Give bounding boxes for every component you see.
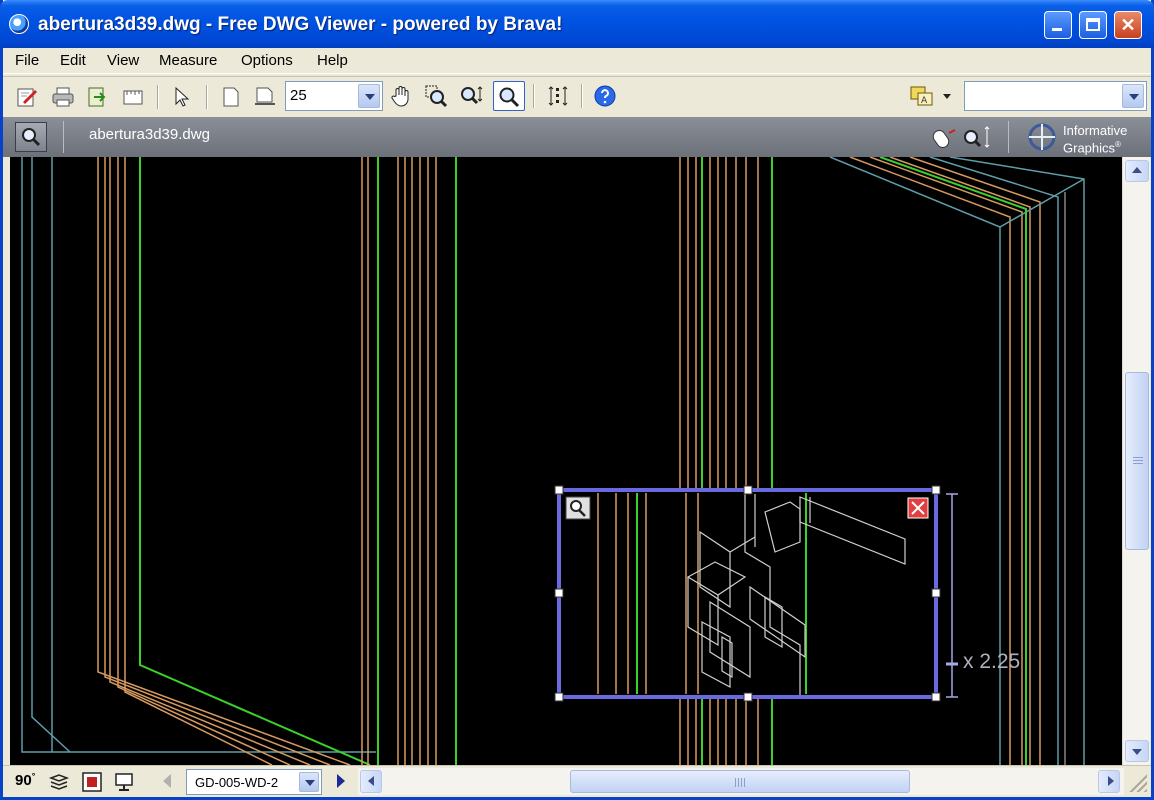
markup-icon[interactable] (15, 85, 39, 109)
menu-options[interactable]: Options (241, 52, 293, 69)
previous-page-icon[interactable] (163, 774, 171, 788)
horizontal-scrollbar[interactable] (358, 768, 1124, 795)
close-icon: ✕ (1120, 15, 1136, 35)
next-page-icon[interactable] (337, 774, 345, 788)
brand-line-1: Informative (1063, 123, 1128, 138)
close-button[interactable]: ✕ (1114, 11, 1142, 39)
drawing-canvas[interactable]: x 2.25 (10, 157, 1122, 765)
display-mode-icon[interactable] (81, 771, 103, 793)
magnifier-zoom-label: x 2.25 (963, 650, 1021, 673)
magnifier-zoom-slider[interactable] (946, 493, 958, 698)
left-frame-lines (97, 157, 351, 765)
informative-graphics-logo: Informative Graphics® (1025, 121, 1145, 155)
cad-drawing (21, 157, 1085, 765)
vertical-scrollbar[interactable] (1122, 157, 1150, 765)
layers-icon[interactable] (48, 771, 70, 793)
menu-bar: File Edit View Measure Options Help (3, 48, 1151, 74)
informative-graphics-logo-icon (1028, 123, 1056, 151)
brand-line-2: Graphics® (1063, 138, 1121, 155)
magnifier-zoom-icon[interactable] (565, 496, 591, 520)
minimize-icon (1052, 28, 1062, 31)
resize-grip-icon[interactable] (1129, 774, 1147, 792)
page-select[interactable]: GD-005-WD-2 (186, 769, 322, 795)
layout-icon[interactable] (121, 85, 145, 109)
chevron-down-icon[interactable] (299, 772, 319, 792)
scroll-down-button[interactable] (1125, 740, 1149, 762)
center-column-green (377, 157, 457, 765)
left-frame-outline (21, 157, 376, 753)
center-column-lines (361, 157, 437, 765)
document-header: abertura3d39.dwg Informative Graphics® (3, 117, 1151, 157)
horizontal-scroll-thumb[interactable] (570, 770, 910, 793)
mouse-zoom-icon[interactable] (931, 121, 995, 153)
pan-hand-icon[interactable] (389, 84, 413, 108)
language-icon[interactable]: A (909, 84, 953, 108)
brava-app-icon[interactable] (9, 14, 29, 34)
toolbar-separator (157, 85, 159, 109)
monitor-icon[interactable] (113, 771, 135, 793)
svg-text:A: A (921, 96, 928, 106)
window-title: abertura3d39.dwg - Free DWG Viewer - pow… (38, 14, 563, 35)
status-bar: 90° GD-005-WD-2 (3, 765, 1151, 797)
zoom-level-value: 25 (290, 87, 307, 104)
toolbar-separator (206, 85, 208, 109)
rotation-value: 90 (15, 772, 32, 789)
magnifier-window[interactable] (554, 485, 958, 702)
toolbar-separator (581, 84, 583, 108)
title-bar[interactable]: abertura3d39.dwg - Free DWG Viewer - pow… (0, 0, 1154, 48)
brand-line-2-text: Graphics (1063, 140, 1116, 156)
app-window: abertura3d39.dwg - Free DWG Viewer - pow… (0, 0, 1154, 800)
menu-measure[interactable]: Measure (159, 52, 217, 69)
menu-file[interactable]: File (15, 52, 39, 69)
rotation-degree-mark: ° (31, 771, 36, 781)
rotate-button[interactable]: 90° (15, 771, 35, 789)
minimize-button[interactable] (1044, 11, 1072, 39)
document-magnifier-button[interactable] (15, 122, 47, 152)
magnifier-close-icon[interactable] (907, 497, 929, 519)
left-frame-green (139, 157, 371, 765)
select-pointer-icon[interactable] (170, 85, 194, 109)
chevron-down-icon[interactable] (358, 84, 380, 108)
zoom-window-icon[interactable] (424, 84, 448, 108)
scroll-left-button[interactable] (360, 770, 382, 793)
fit-vertical-icon[interactable] (547, 84, 571, 108)
zoom-in-out-icon[interactable] (459, 84, 483, 108)
export-icon[interactable] (85, 85, 109, 109)
page-select-value: GD-005-WD-2 (195, 775, 279, 790)
scroll-right-button[interactable] (1098, 770, 1120, 793)
brand-registered-mark: ® (1115, 140, 1121, 149)
vertical-scroll-thumb[interactable] (1125, 372, 1149, 550)
page-setup-icon[interactable] (253, 85, 277, 109)
header-divider (63, 121, 64, 153)
menu-edit[interactable]: Edit (60, 52, 86, 69)
zoom-level-combo[interactable]: 25 (285, 81, 383, 111)
menu-view[interactable]: View (107, 52, 139, 69)
help-icon[interactable] (593, 84, 617, 108)
print-icon[interactable] (51, 85, 75, 109)
document-tab-label[interactable]: abertura3d39.dwg (89, 126, 210, 143)
maximize-icon (1086, 18, 1100, 31)
maximize-button[interactable] (1079, 11, 1107, 39)
chevron-down-icon[interactable] (1122, 84, 1144, 108)
toolbar-separator (533, 84, 535, 108)
menu-help[interactable]: Help (317, 52, 348, 69)
scroll-up-button[interactable] (1125, 160, 1149, 182)
header-divider (1008, 121, 1009, 153)
search-input[interactable] (964, 81, 1147, 111)
magnifier-icon[interactable] (493, 81, 525, 111)
page-icon[interactable] (219, 85, 243, 109)
